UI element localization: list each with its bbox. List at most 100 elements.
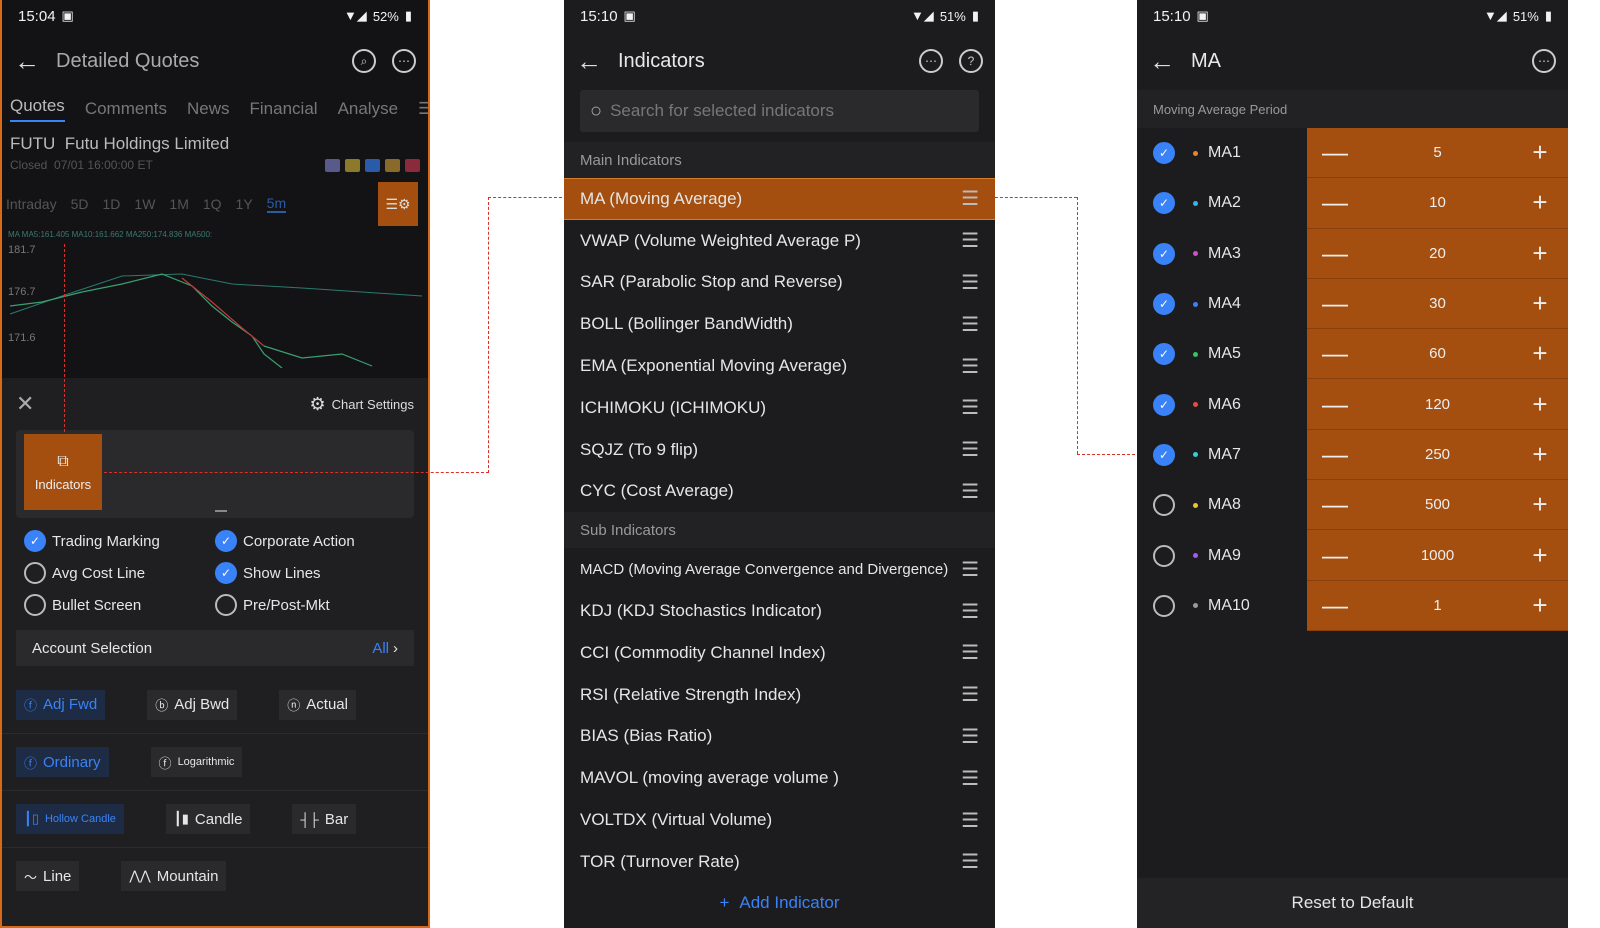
- indicator-item[interactable]: MA (Moving Average) ☰: [564, 178, 995, 220]
- tabs-menu-icon[interactable]: ☰: [418, 99, 428, 119]
- option-bullet-screen[interactable]: Bullet Screen: [24, 594, 215, 616]
- range-1m[interactable]: 1M: [169, 196, 188, 212]
- candle-button[interactable]: ┃▮ Candle: [165, 804, 251, 834]
- drag-handle-icon[interactable]: ☰: [961, 724, 979, 749]
- ma-toggle[interactable]: ✓ MA2: [1137, 192, 1307, 215]
- ma-toggle[interactable]: ✓ MA3: [1137, 242, 1307, 265]
- option-avg-cost-line[interactable]: Avg Cost Line: [24, 562, 215, 584]
- search-input[interactable]: ○ Search for selected indicators: [580, 90, 979, 132]
- period-value[interactable]: 30: [1363, 295, 1512, 312]
- tab-quotes[interactable]: Quotes: [10, 96, 65, 122]
- indicator-item[interactable]: MAVOL (moving average volume ) ☰: [564, 757, 995, 799]
- line-button[interactable]: 〜 Line: [16, 861, 80, 891]
- plus-icon[interactable]: +: [1512, 288, 1568, 319]
- plus-icon[interactable]: +: [1512, 489, 1568, 520]
- minus-icon[interactable]: —: [1307, 489, 1363, 520]
- indicators-button[interactable]: ⧉ Indicators: [24, 434, 102, 510]
- drag-handle-icon[interactable]: ☰: [961, 849, 979, 874]
- back-arrow-icon[interactable]: ←: [576, 46, 618, 77]
- drag-handle-icon[interactable]: ☰: [961, 354, 979, 379]
- back-arrow-icon[interactable]: ←: [14, 46, 56, 77]
- indicator-item[interactable]: BIAS (Bias Ratio) ☰: [564, 716, 995, 758]
- period-value[interactable]: 10: [1363, 194, 1512, 211]
- plus-icon[interactable]: +: [1512, 238, 1568, 269]
- drag-handle-icon[interactable]: ☰: [961, 312, 979, 337]
- account-selection[interactable]: Account Selection All ›: [16, 630, 414, 666]
- mountain-button[interactable]: ⋀⋀ Mountain: [121, 861, 227, 891]
- range-intraday[interactable]: Intraday: [6, 196, 57, 212]
- period-value[interactable]: 60: [1363, 345, 1512, 362]
- indicator-item[interactable]: CYC (Cost Average) ☰: [564, 471, 995, 513]
- drag-handle-icon[interactable]: ☰: [961, 682, 979, 707]
- option-corporate-action[interactable]: ✓ Corporate Action: [215, 530, 406, 552]
- indicator-item[interactable]: CCI (Commodity Channel Index) ☰: [564, 632, 995, 674]
- tab-comments[interactable]: Comments: [85, 99, 167, 119]
- minus-icon[interactable]: —: [1307, 137, 1363, 168]
- indicator-item[interactable]: TOR (Turnover Rate) ☰: [564, 841, 995, 883]
- ma-toggle[interactable]: MA10: [1137, 594, 1307, 617]
- indicator-item[interactable]: MACD (Moving Average Convergence and Div…: [564, 548, 995, 590]
- help-icon[interactable]: ?: [959, 49, 983, 73]
- period-value[interactable]: 20: [1363, 245, 1512, 262]
- indicator-item[interactable]: EMA (Exponential Moving Average) ☰: [564, 345, 995, 387]
- drag-handle[interactable]: [215, 510, 227, 512]
- ma-toggle[interactable]: MA9: [1137, 544, 1307, 567]
- minus-icon[interactable]: —: [1307, 238, 1363, 269]
- minus-icon[interactable]: —: [1307, 187, 1363, 218]
- drag-handle-icon[interactable]: ☰: [961, 557, 979, 582]
- plus-icon[interactable]: +: [1512, 137, 1568, 168]
- indicator-item[interactable]: BOLL (Bollinger BandWidth) ☰: [564, 303, 995, 345]
- drag-handle-icon[interactable]: ☰: [961, 599, 979, 624]
- option-show-lines[interactable]: ✓ Show Lines: [215, 562, 406, 584]
- plus-icon[interactable]: +: [1512, 389, 1568, 420]
- reset-to-default-button[interactable]: Reset to Default: [1137, 878, 1568, 928]
- option-trading-marking[interactable]: ✓ Trading Marking: [24, 530, 215, 552]
- ma-toggle[interactable]: ✓ MA5: [1137, 343, 1307, 366]
- drag-handle-icon[interactable]: ☰: [961, 228, 979, 253]
- indicator-item[interactable]: ICHIMOKU (ICHIMOKU) ☰: [564, 387, 995, 429]
- indicator-item[interactable]: SQJZ (To 9 flip) ☰: [564, 429, 995, 471]
- drag-handle-icon[interactable]: ☰: [961, 766, 979, 791]
- minus-icon[interactable]: —: [1307, 540, 1363, 571]
- back-arrow-icon[interactable]: ←: [1149, 46, 1191, 77]
- more-icon[interactable]: ⋯: [392, 49, 416, 73]
- ma-toggle[interactable]: ✓ MA6: [1137, 393, 1307, 416]
- plus-icon[interactable]: +: [1512, 187, 1568, 218]
- minus-icon[interactable]: —: [1307, 338, 1363, 369]
- drag-handle-icon[interactable]: ☰: [961, 808, 979, 833]
- drag-handle-icon[interactable]: ☰: [961, 186, 979, 211]
- logarithmic-button[interactable]: ⓕ Logarithmic: [150, 747, 243, 777]
- tab-analyse[interactable]: Analyse: [338, 99, 398, 119]
- adj-fwd-button[interactable]: ⓕ Adj Fwd: [16, 689, 106, 720]
- period-value[interactable]: 250: [1363, 446, 1512, 463]
- tab-news[interactable]: News: [187, 99, 230, 119]
- ma-toggle[interactable]: ✓ MA4: [1137, 293, 1307, 316]
- minus-icon[interactable]: —: [1307, 288, 1363, 319]
- plus-icon[interactable]: +: [1512, 338, 1568, 369]
- more-icon[interactable]: ⋯: [1532, 49, 1556, 73]
- range-1y[interactable]: 1Y: [236, 196, 253, 212]
- actual-button[interactable]: ⓝ Actual: [279, 689, 356, 720]
- indicator-item[interactable]: KDJ (KDJ Stochastics Indicator) ☰: [564, 590, 995, 632]
- plus-icon[interactable]: +: [1512, 439, 1568, 470]
- tab-financial[interactable]: Financial: [250, 99, 318, 119]
- drag-handle-icon[interactable]: ☰: [961, 640, 979, 665]
- indicator-item[interactable]: SAR (Parabolic Stop and Reverse) ☰: [564, 262, 995, 304]
- ordinary-button[interactable]: ⓕ Ordinary: [16, 747, 109, 777]
- search-icon[interactable]: ⌕: [352, 49, 376, 73]
- option-pre-post-mkt[interactable]: Pre/Post-Mkt: [215, 594, 406, 616]
- bar-button[interactable]: ┤├ Bar: [292, 804, 357, 834]
- minus-icon[interactable]: —: [1307, 439, 1363, 470]
- indicator-item[interactable]: VOLTDX (Virtual Volume) ☰: [564, 799, 995, 841]
- ma-toggle[interactable]: ✓ MA7: [1137, 443, 1307, 466]
- drag-handle-icon[interactable]: ☰: [961, 395, 979, 420]
- drag-handle-icon[interactable]: ☰: [961, 270, 979, 295]
- ma-toggle[interactable]: MA8: [1137, 494, 1307, 517]
- adj-bwd-button[interactable]: ⓑ Adj Bwd: [147, 689, 238, 720]
- minus-icon[interactable]: —: [1307, 590, 1363, 621]
- ma-toggle[interactable]: ✓ MA1: [1137, 142, 1307, 165]
- period-value[interactable]: 1: [1363, 597, 1512, 614]
- chart-settings-icon[interactable]: ☰⚙: [378, 182, 418, 226]
- period-value[interactable]: 500: [1363, 496, 1512, 513]
- drag-handle-icon[interactable]: ☰: [961, 437, 979, 462]
